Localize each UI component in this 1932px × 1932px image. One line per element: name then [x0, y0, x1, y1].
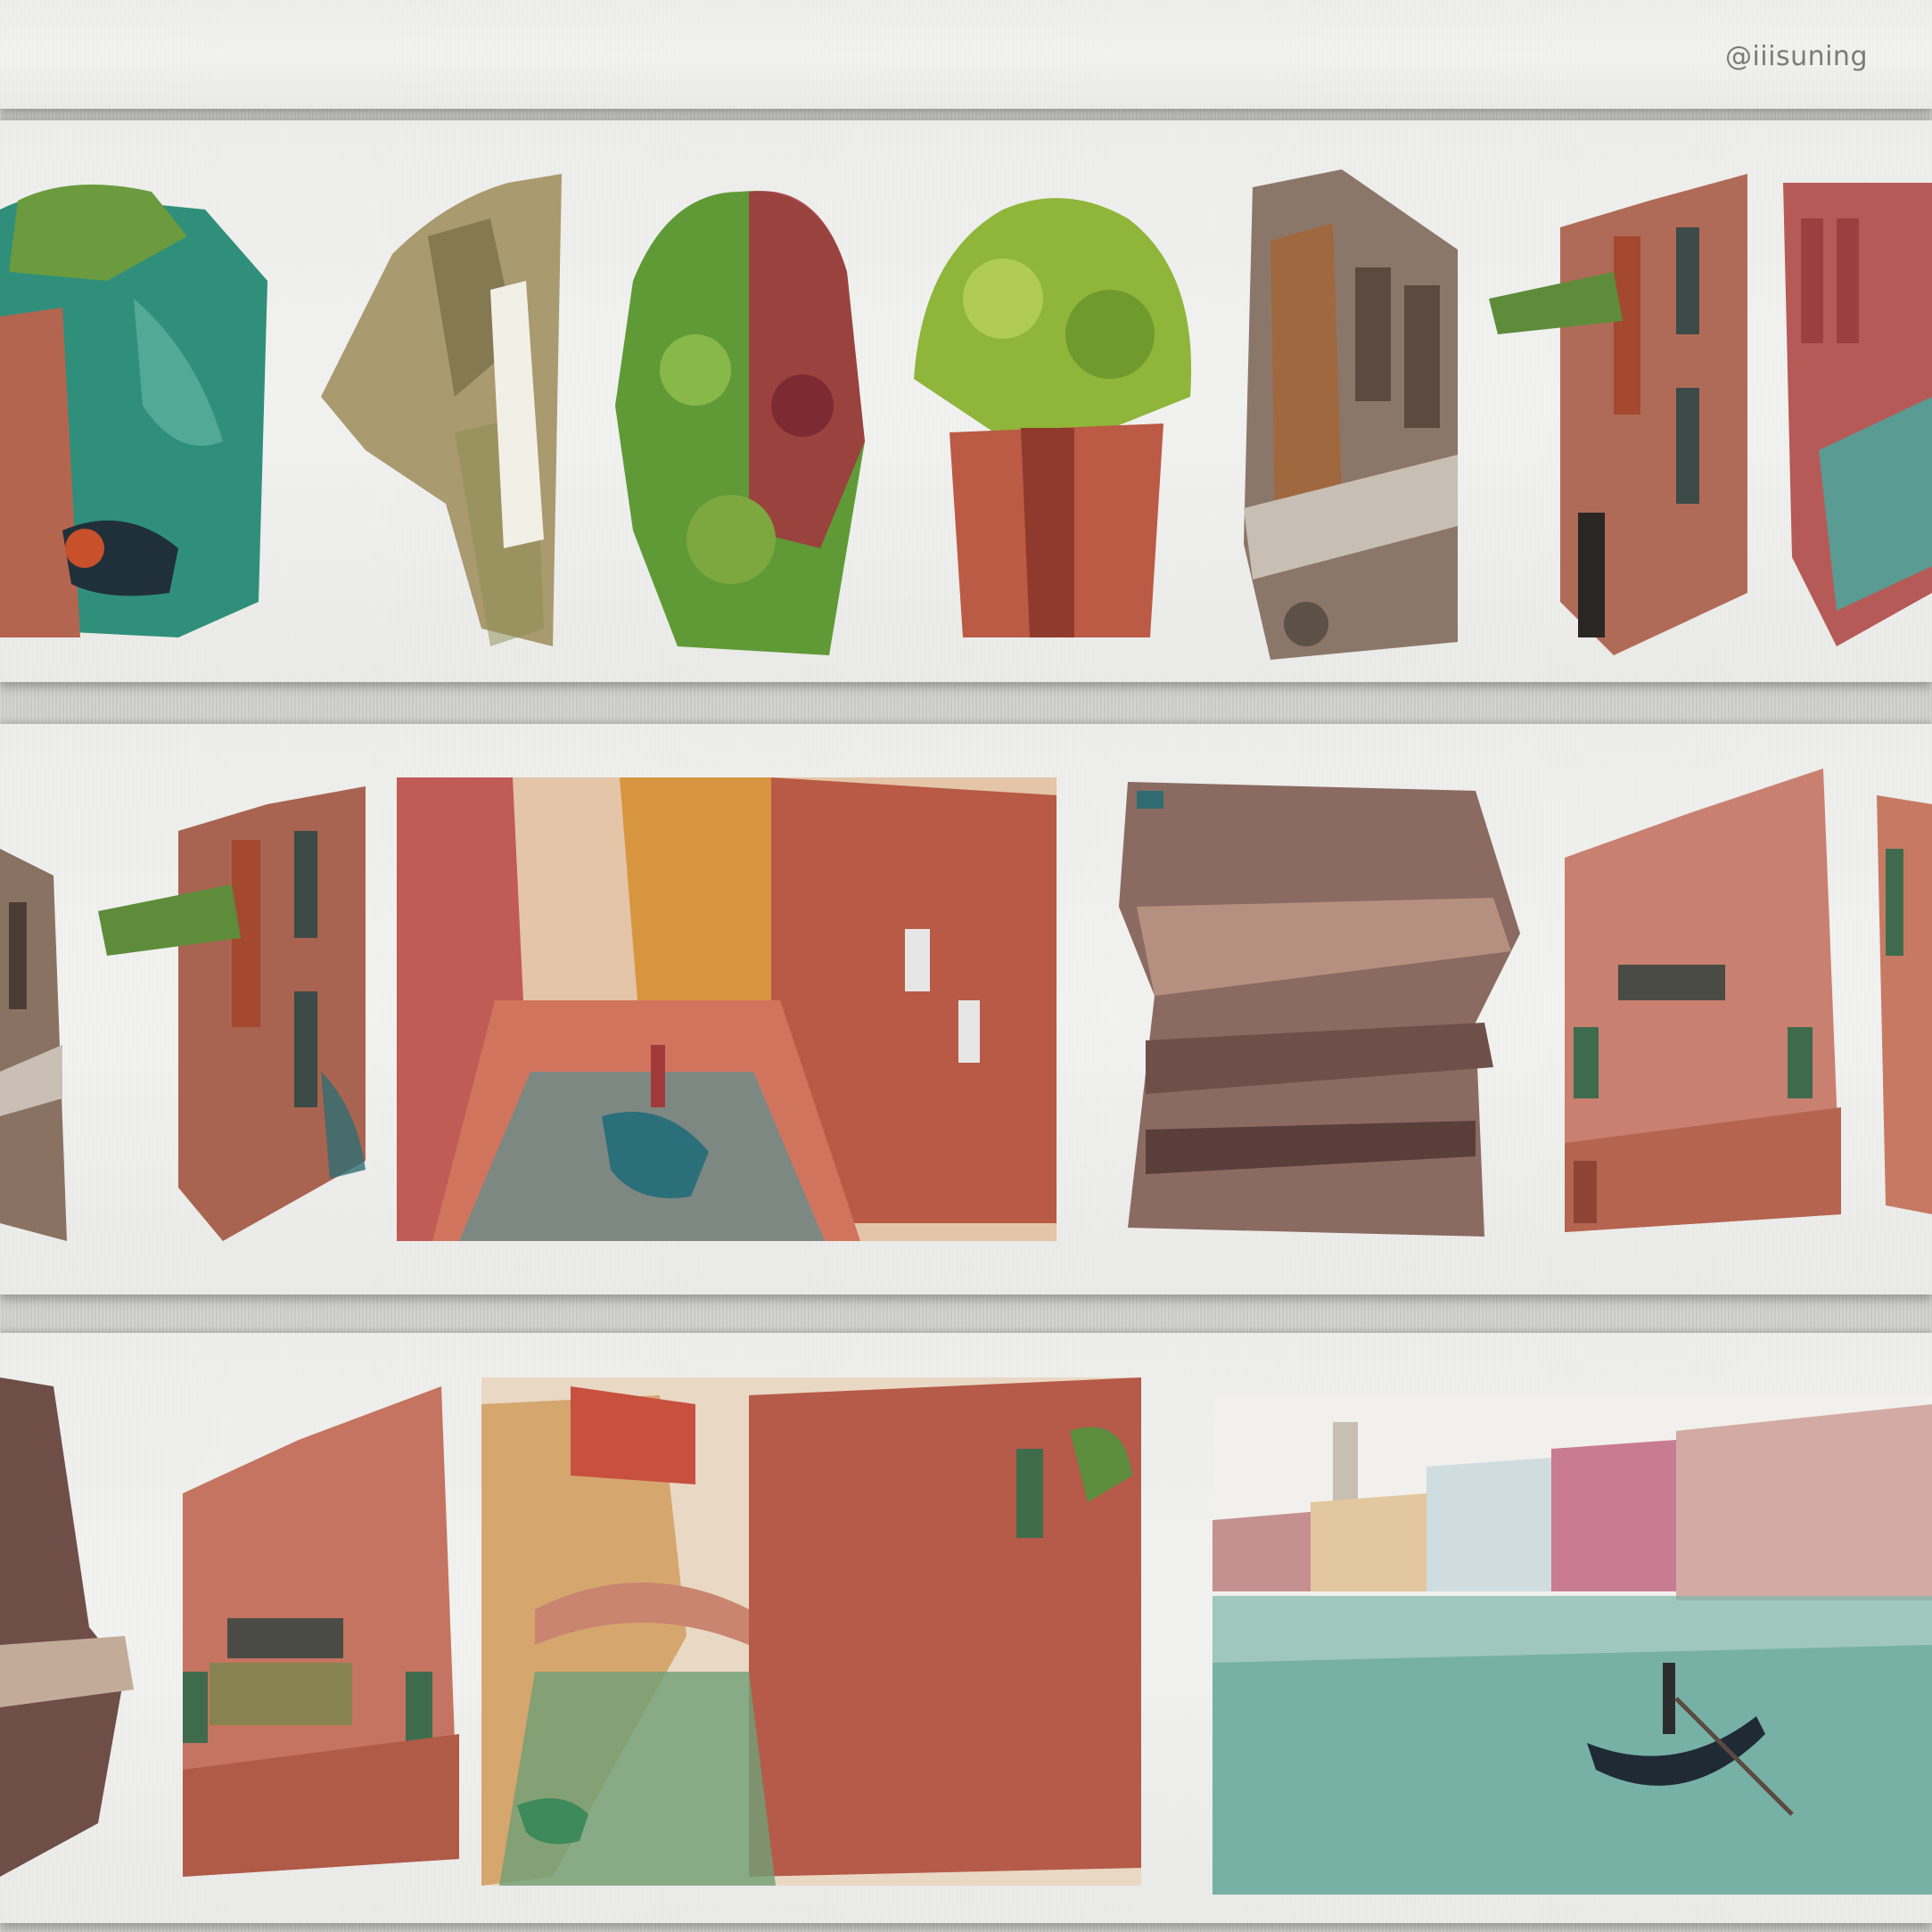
- climbing-green-red-plant-illustration: [597, 174, 874, 655]
- tape-strip-3: [0, 1333, 1932, 1923]
- tape-strip-top: @iiisuning: [0, 0, 1932, 109]
- canal-with-bridge-illustration: [481, 1377, 1141, 1886]
- red-house-with-shutters-illustration: [165, 1377, 459, 1877]
- wooden-pier-planks-illustration: [1119, 773, 1529, 1237]
- partial-facade-illustration: [0, 849, 71, 1241]
- partial-red-house-illustration: [1868, 795, 1932, 1214]
- watermark: @iiisuning: [1724, 41, 1868, 72]
- tape-strip-2: [0, 724, 1932, 1295]
- partial-dark-brick-illustration: [0, 1377, 134, 1877]
- grey-stone-facade-illustration: [1235, 169, 1467, 660]
- brick-house-with-balcony-illustration: [1489, 174, 1756, 655]
- red-building-edge-illustration: [1783, 183, 1932, 646]
- canal-corner-with-boat-illustration: [0, 174, 285, 637]
- ochre-wall-fragment-illustration: [312, 165, 571, 664]
- potted-green-plant-illustration: [896, 183, 1208, 637]
- narrow-canal-with-gondola-illustration: [397, 777, 1056, 1241]
- red-house-with-shutters-illustration: [1556, 769, 1841, 1232]
- brick-house-with-balcony-illustration: [98, 777, 374, 1241]
- grand-canal-panorama-with-gondola-illustration: [1213, 1395, 1932, 1895]
- tape-strip-1: [0, 120, 1932, 682]
